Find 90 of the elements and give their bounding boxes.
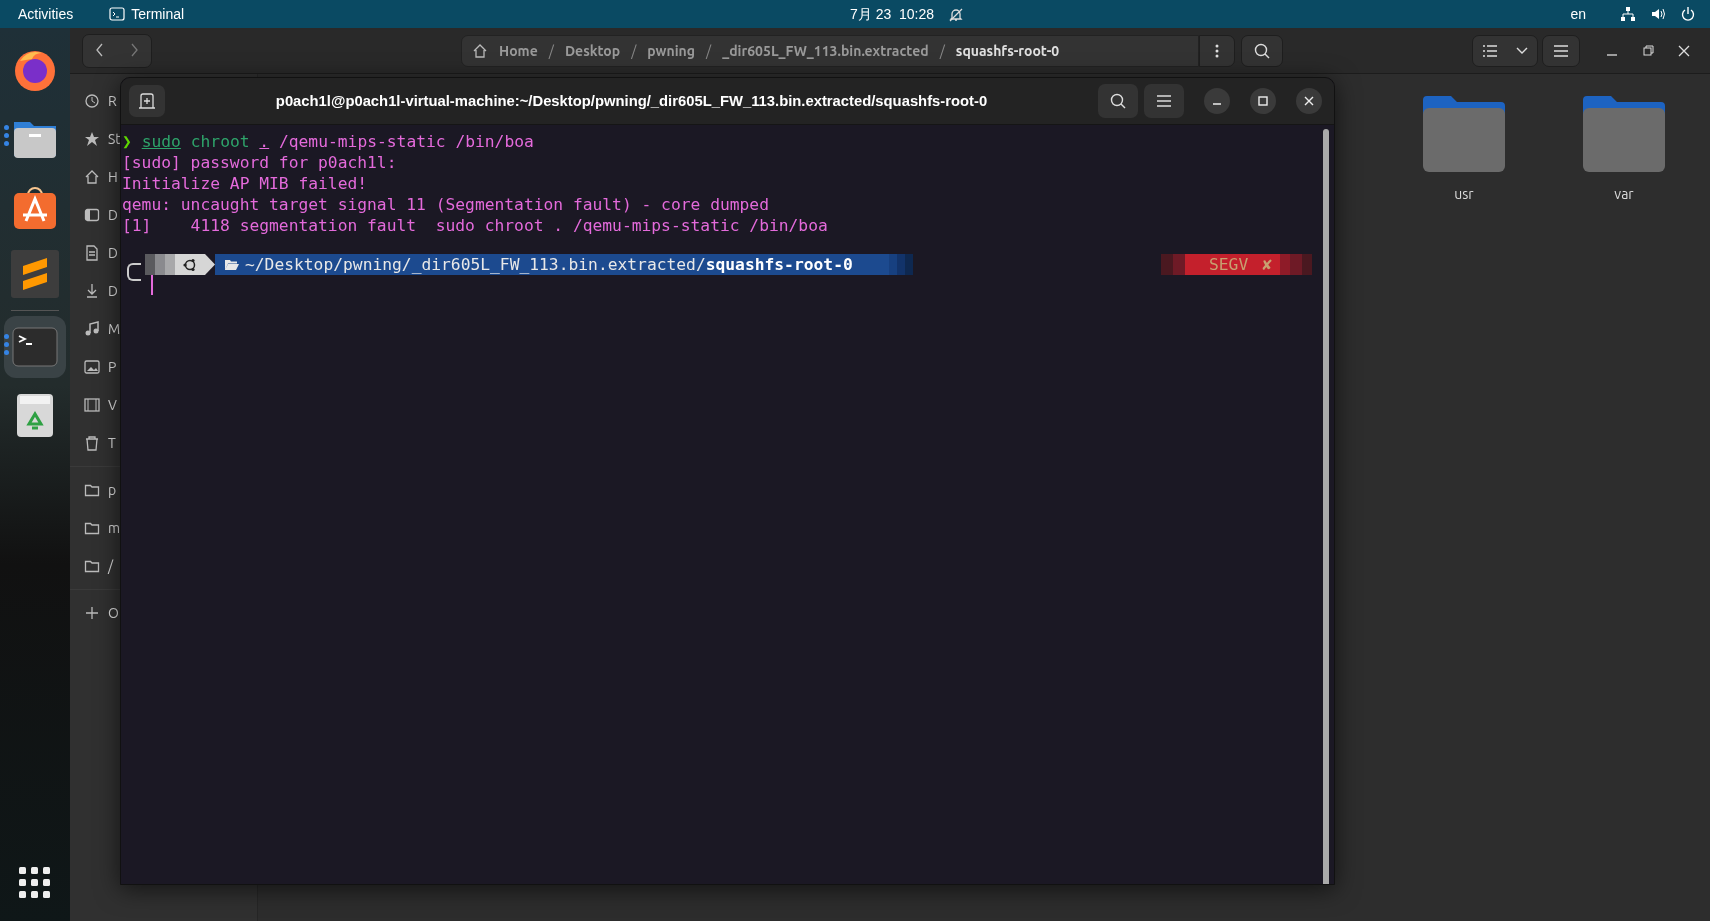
sidebar-item[interactable]: p — [108, 482, 117, 498]
search-button[interactable] — [1241, 34, 1283, 67]
minimize-button[interactable] — [1204, 88, 1230, 114]
network-icon[interactable] — [1620, 6, 1636, 22]
desktop-icon — [84, 207, 100, 223]
breadcrumb[interactable]: Desktop — [564, 42, 621, 59]
sidebar-item[interactable]: m — [108, 520, 121, 536]
app-grid-icon[interactable] — [19, 867, 51, 899]
menu-icon — [1157, 95, 1171, 107]
search-icon — [1110, 93, 1126, 109]
prompt-frame-icon — [127, 263, 141, 281]
notifications-off-icon[interactable] — [948, 7, 965, 23]
sidebar-item[interactable]: St — [108, 131, 121, 147]
maximize-icon — [1258, 96, 1268, 106]
breadcrumb[interactable]: pwning — [647, 42, 696, 59]
clock[interactable]: 7月 23 10:28 — [850, 6, 935, 24]
plus-icon — [84, 605, 100, 621]
path-separator: / — [548, 42, 554, 59]
download-icon — [84, 283, 100, 299]
scrollbar[interactable] — [1323, 129, 1329, 884]
trash-icon[interactable] — [16, 392, 54, 438]
sidebar-item[interactable]: P — [108, 359, 117, 375]
document-icon — [84, 245, 100, 261]
folder-icon — [225, 258, 239, 271]
restore-icon[interactable] — [1642, 44, 1654, 57]
terminal-icon — [109, 7, 126, 21]
folder-name[interactable]: var — [1614, 186, 1634, 202]
breadcrumb[interactable]: squashfs-root-0 — [955, 42, 1060, 59]
volume-icon[interactable] — [1650, 6, 1666, 22]
star-icon — [84, 131, 100, 147]
sidebar-item[interactable]: H — [108, 169, 118, 185]
search-button[interactable] — [1098, 84, 1138, 118]
new-tab-icon — [139, 93, 155, 109]
text-cursor — [151, 275, 153, 295]
sidebar-item[interactable]: O — [108, 605, 119, 621]
sidebar-item[interactable]: D — [108, 283, 118, 299]
close-icon — [1304, 96, 1314, 106]
view-button[interactable] — [1472, 34, 1538, 67]
terminal-line: [sudo] password for p0ach1l: — [122, 152, 398, 173]
close-icon[interactable] — [1678, 44, 1690, 57]
breadcrumb[interactable]: Home — [499, 42, 538, 59]
list-icon — [1482, 44, 1497, 57]
language-indicator[interactable]: en — [1570, 6, 1586, 22]
folder-icon — [84, 520, 100, 536]
more-icon — [1215, 43, 1219, 58]
prompt-path: ~/Desktop/pwning/_dir605L_FW_113.bin.extracted/squashfs-root-0 — [215, 254, 913, 275]
maximize-button[interactable] — [1250, 88, 1276, 114]
ubuntu-logo-icon — [183, 257, 197, 272]
menu-icon — [1554, 44, 1568, 57]
path-separator: / — [939, 42, 945, 59]
menu-button[interactable] — [1144, 84, 1184, 118]
sidebar-item[interactable]: D — [108, 245, 118, 261]
terminal-line: Initialize AP MIB failed! — [122, 173, 369, 194]
activities-button[interactable]: Activities — [18, 6, 74, 22]
sidebar-item[interactable]: V — [108, 397, 117, 413]
picture-icon — [84, 359, 100, 375]
terminal-line: ❯ sudo chroot . /qemu-mips-static /bin/boa — [122, 131, 535, 152]
sidebar-item[interactable]: R — [108, 93, 117, 109]
prompt-fade-bar — [145, 254, 175, 275]
folder-icon — [84, 482, 100, 498]
breadcrumb[interactable]: _dir605L_FW_113.bin.extracted — [722, 42, 929, 59]
terminal-icon[interactable] — [12, 327, 58, 367]
folder-name[interactable]: usr — [1454, 186, 1474, 202]
text-editor-icon[interactable] — [11, 250, 59, 298]
window-title: p0ach1l@p0ach1l-virtual-machine:~/Desktop/pwning/_dir605L_FW_113.bin.extracted/squashfs-root-0 — [274, 93, 989, 109]
terminal-line: qemu: uncaught target signal 11 (Segmentation fault) - core dumped — [122, 194, 770, 215]
menu-button[interactable] — [1542, 34, 1580, 67]
power-icon[interactable] — [1680, 6, 1696, 22]
new-tab-button[interactable] — [129, 85, 165, 117]
path-separator: / — [706, 42, 712, 59]
folder-icon — [84, 558, 100, 574]
clock-icon — [84, 93, 100, 109]
minimize-icon — [1212, 103, 1222, 105]
home-icon — [84, 169, 100, 185]
trash-icon — [84, 435, 100, 451]
home-icon — [472, 42, 488, 59]
sidebar-item[interactable]: D — [108, 207, 118, 223]
film-icon — [84, 397, 100, 413]
more-button[interactable] — [1199, 34, 1235, 67]
close-button[interactable] — [1296, 88, 1322, 114]
error-status: SEGV ✘ — [1160, 254, 1312, 275]
music-icon — [84, 321, 100, 337]
search-icon — [1254, 42, 1270, 59]
sidebar-item[interactable]: T — [108, 435, 116, 451]
sidebar-item[interactable]: / — [108, 558, 114, 574]
app-menu[interactable]: Terminal — [131, 6, 185, 22]
path-separator: / — [631, 42, 637, 59]
terminal-line: [1] 4118 segmentation fault sudo chroot . /qemu-mips-static /bin/boa — [122, 215, 829, 236]
dropdown-icon — [1515, 46, 1528, 55]
sidebar-item[interactable]: M — [108, 321, 121, 337]
